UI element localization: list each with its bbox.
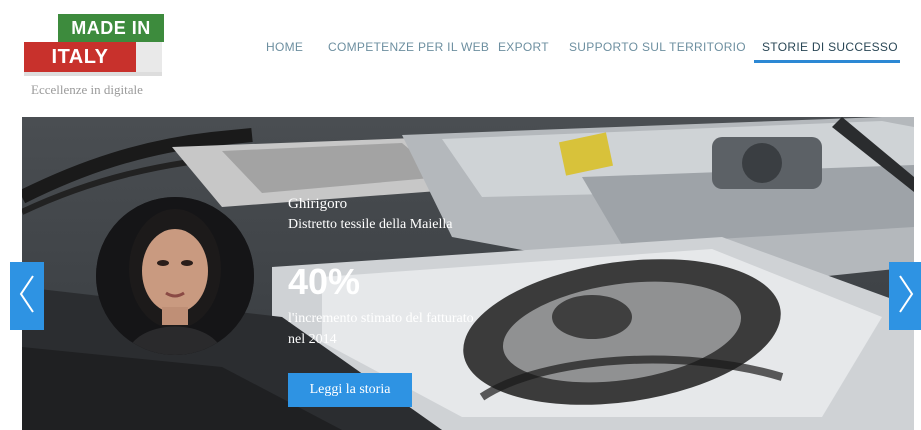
main-nav: HOME COMPETENZE PER IL WEB EXPORT SUPPOR… — [266, 40, 905, 64]
logo-shadow — [24, 72, 162, 76]
nav-item-competenze[interactable]: COMPETENZE PER IL WEB — [328, 40, 489, 54]
logo-text-made-in: MADE IN — [71, 18, 151, 38]
nav-item-export[interactable]: EXPORT — [498, 40, 549, 54]
slide-stat-value: 40% — [288, 261, 361, 302]
chevron-right-icon — [897, 274, 915, 319]
nav-active-indicator — [754, 60, 900, 63]
slide-company-name: Ghirigoro — [288, 196, 348, 212]
read-story-button[interactable]: Leggi la storia — [288, 373, 412, 407]
slide-district: Distretto tessile della Maiella — [288, 217, 453, 232]
site-tagline: Eccellenze in digitale — [31, 82, 143, 97]
logo-white-block — [136, 42, 162, 72]
hero-slider: Ghirigoro Distretto tessile della Maiell… — [22, 117, 914, 430]
chevron-left-icon — [18, 274, 36, 319]
logo-text-italy: ITALY — [51, 46, 109, 68]
slide-stat-description: l'incremento stimato del fatturato nel 2… — [288, 311, 474, 347]
nav-item-supporto[interactable]: SUPPORTO SUL TERRITORIO — [569, 40, 746, 54]
person-avatar — [96, 197, 254, 355]
carousel-next-button[interactable] — [889, 262, 921, 330]
nav-item-storie-di-successo[interactable]: STORIE DI SUCCESSO — [762, 40, 898, 54]
carousel-prev-button[interactable] — [10, 262, 44, 330]
nav-item-home[interactable]: HOME — [266, 40, 303, 54]
